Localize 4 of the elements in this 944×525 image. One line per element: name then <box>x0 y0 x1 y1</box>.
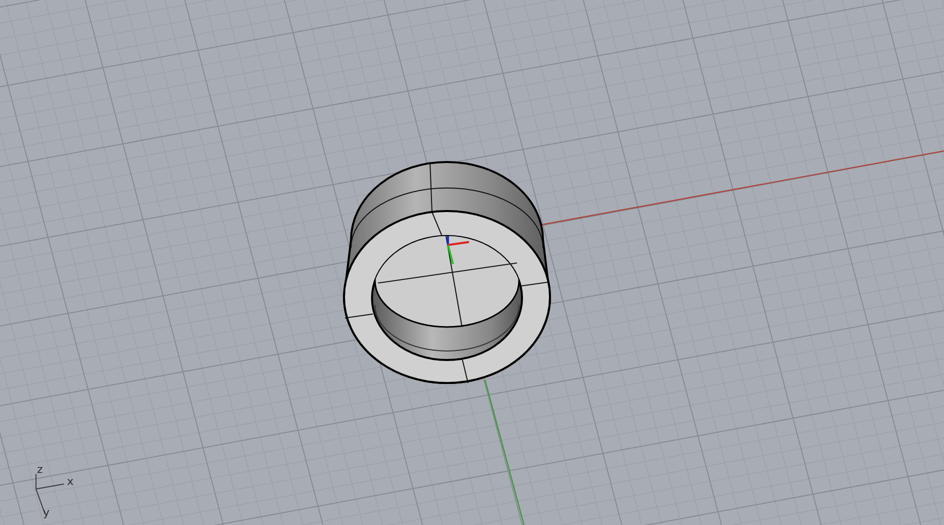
gizmo-icon <box>447 236 470 264</box>
axis-label: x <box>67 476 74 487</box>
axis-label: y <box>43 507 50 518</box>
axis-label: z <box>37 464 43 475</box>
